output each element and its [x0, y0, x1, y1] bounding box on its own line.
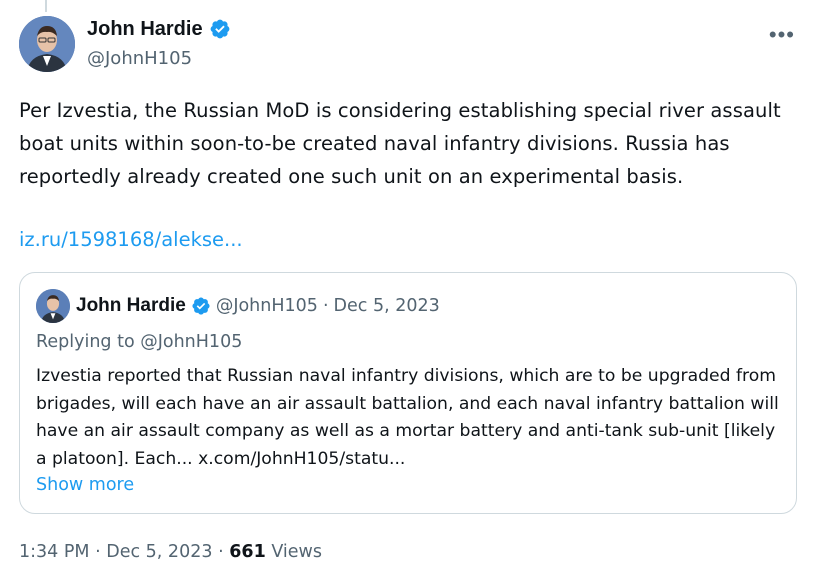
quoted-tweet-card[interactable]: John Hardie @JohnH105 · Dec 5, 2023 Repl… [19, 272, 797, 514]
author-name-row[interactable]: John Hardie [87, 16, 231, 42]
quoted-text: Izvestia reported that Russian naval inf… [36, 366, 779, 469]
meta-separator-2: · [218, 542, 224, 562]
quoted-replying-to: Replying to @JohnH105 [36, 332, 243, 352]
quoted-date[interactable]: Dec 5, 2023 [334, 293, 440, 319]
verified-badge-icon [191, 296, 211, 316]
tweet-time[interactable]: 1:34 PM [19, 542, 90, 562]
author-name[interactable]: John Hardie [87, 16, 203, 42]
author-handle[interactable]: @JohnH105 [87, 46, 192, 72]
views-count: 661 [229, 542, 266, 562]
quoted-author-name[interactable]: John Hardie [76, 293, 186, 319]
meta-separator: · [95, 542, 101, 562]
quoted-header: John Hardie @JohnH105 · Dec 5, 2023 [76, 293, 440, 319]
show-more-link[interactable]: Show more [36, 472, 134, 498]
tweet-text: Per Izvestia, the Russian MoD is conside… [19, 99, 781, 188]
author-avatar[interactable] [19, 16, 75, 72]
tweet-date[interactable]: Dec 5, 2023 [106, 542, 212, 562]
thread-connector-line [45, 0, 47, 12]
tweet-meta: 1:34 PM · Dec 5, 2023 · 661 Views [19, 539, 322, 565]
verified-badge-icon [209, 18, 231, 40]
tweet-link[interactable]: iz.ru/1598168/alekse... [19, 225, 243, 255]
quoted-separator: · [322, 296, 329, 316]
quoted-author-handle[interactable]: @JohnH105 [216, 293, 318, 319]
more-options-icon[interactable]: ••• [769, 22, 795, 48]
views-label: Views [271, 542, 322, 562]
quoted-author-avatar[interactable] [36, 289, 70, 323]
